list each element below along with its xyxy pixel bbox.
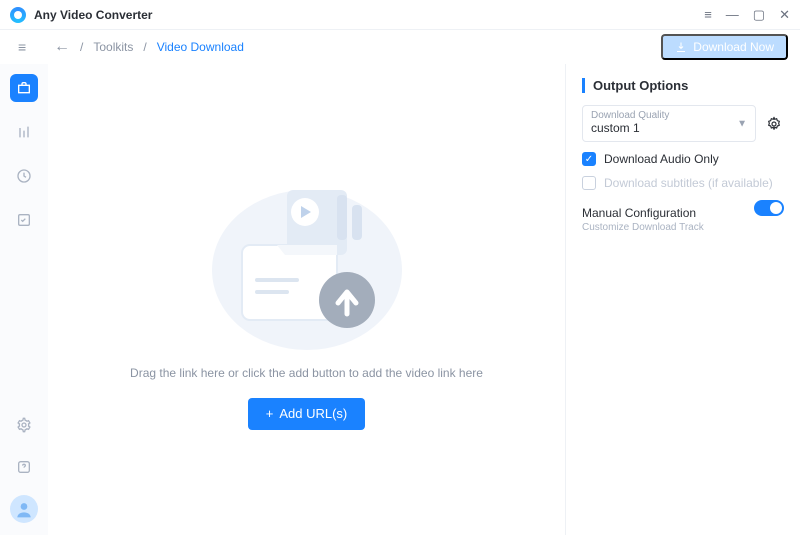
manual-config-label: Manual Configuration [582, 206, 754, 220]
download-icon [675, 41, 687, 53]
app-logo [10, 7, 26, 23]
drop-caption: Drag the link here or click the add butt… [130, 366, 483, 380]
bars-icon [16, 124, 32, 140]
chevron-down-icon: ▼ [737, 118, 747, 129]
sidebar-item-tasks[interactable] [10, 206, 38, 234]
download-now-label: Download Now [693, 40, 774, 54]
gear-icon [16, 417, 32, 433]
download-now-button[interactable]: Download Now [661, 34, 788, 60]
hamburger-icon[interactable]: ≡ [18, 39, 26, 55]
gear-icon [766, 116, 782, 132]
close-icon[interactable]: ✕ [779, 7, 790, 23]
plus-icon: + [266, 406, 274, 421]
clock-icon [16, 168, 32, 184]
back-icon[interactable]: ← [54, 38, 70, 56]
briefcase-icon [16, 80, 32, 96]
breadcrumb: / [80, 40, 83, 54]
checklist-icon [16, 212, 32, 228]
menu-icon[interactable]: ≡ [704, 7, 712, 23]
breadcrumb-current: Video Download [157, 40, 244, 54]
add-urls-button[interactable]: + Add URL(s) [248, 398, 366, 430]
minimize-icon[interactable]: — [726, 7, 739, 23]
output-options-title: Output Options [582, 78, 784, 93]
illustration [187, 150, 427, 350]
download-quality-select[interactable]: Download Quality custom 1 ▼ [582, 105, 756, 142]
sidebar-item-settings[interactable] [10, 411, 38, 439]
audio-only-label: Download Audio Only [604, 152, 719, 166]
help-icon [16, 459, 32, 475]
subtitles-checkbox[interactable] [582, 176, 596, 190]
sidebar-item-help[interactable] [10, 453, 38, 481]
app-title: Any Video Converter [34, 8, 152, 22]
breadcrumb-sep: / [143, 40, 146, 54]
subtitles-label: Download subtitles (if available) [604, 176, 773, 190]
manual-config-toggle[interactable] [754, 200, 784, 216]
audio-only-checkbox[interactable]: ✓ [582, 152, 596, 166]
maximize-icon[interactable]: ▢ [753, 7, 765, 23]
breadcrumb-toolkits[interactable]: Toolkits [93, 40, 133, 54]
add-urls-label: Add URL(s) [279, 406, 347, 421]
quality-label: Download Quality [591, 110, 747, 121]
drop-zone[interactable]: Drag the link here or click the add butt… [48, 64, 565, 535]
sidebar-item-toolkits[interactable] [10, 74, 38, 102]
quality-settings-button[interactable] [766, 116, 784, 132]
user-icon [14, 499, 34, 519]
avatar[interactable] [10, 495, 38, 523]
sidebar-item-history[interactable] [10, 162, 38, 190]
manual-config-sub: Customize Download Track [582, 222, 754, 233]
sidebar-item-library[interactable] [10, 118, 38, 146]
quality-value: custom 1 [591, 121, 640, 135]
